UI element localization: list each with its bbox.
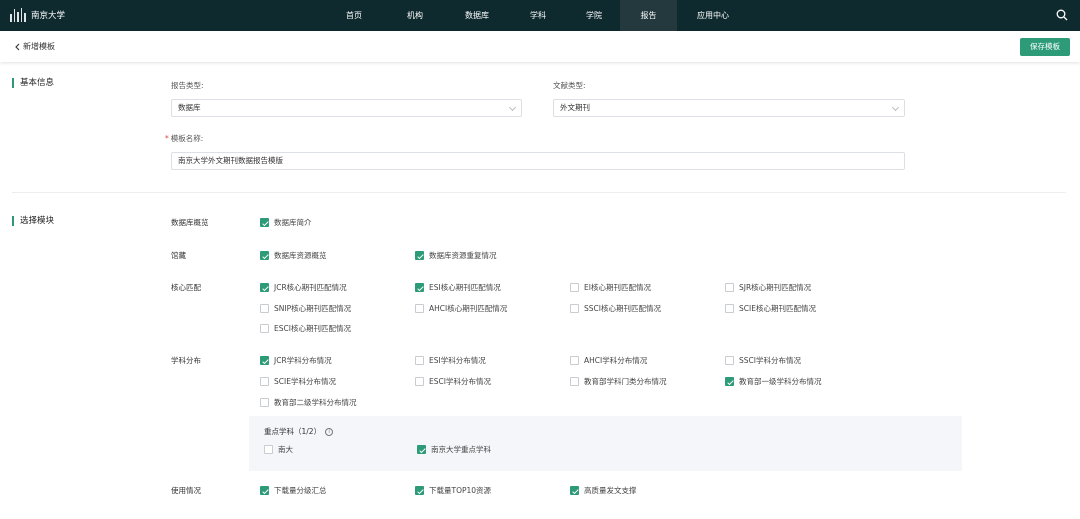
checkbox-unchecked-icon — [725, 356, 734, 365]
checkbox-ahci-subject[interactable]: AHCI学科分布情况 — [570, 355, 647, 366]
template-name-label: * 模板名称: — [165, 134, 204, 143]
nav-item-institution[interactable]: 机构 — [396, 0, 434, 31]
checkbox-unchecked-icon — [415, 356, 424, 365]
checkbox-unchecked-icon — [260, 324, 269, 333]
module-row-title: 馆藏 — [171, 251, 186, 260]
module-row-title: 核心匹配 — [171, 283, 201, 292]
report-type-label: 报告类型: — [171, 81, 204, 90]
checkbox-db-overview[interactable]: 数据库资源概览 — [260, 250, 327, 261]
checkbox-moe-category[interactable]: 教育部学科门类分布情况 — [570, 376, 667, 387]
checkbox-checked-icon — [260, 251, 269, 260]
page-header: 新增模板 保存模板 — [0, 31, 1080, 62]
checkbox-checked-icon — [260, 356, 269, 365]
search-icon[interactable] — [1056, 9, 1068, 21]
checkbox-unchecked-icon — [415, 304, 424, 313]
checkbox-moe-level1[interactable]: 教育部一级学科分布情况 — [725, 376, 822, 387]
checkbox-ssci-subject[interactable]: SSCI学科分布情况 — [725, 355, 801, 366]
report-type-select[interactable]: 数据库 — [171, 99, 522, 117]
checkbox-unchecked-icon — [264, 445, 273, 454]
template-name-input[interactable]: 南京大学外文期刊数据报告模版 — [171, 152, 905, 170]
checkbox-snip-core[interactable]: SNIP核心期刊匹配情况 — [260, 303, 351, 314]
checkbox-ahci-core[interactable]: AHCI核心期刊匹配情况 — [415, 303, 507, 314]
checkbox-unchecked-icon — [570, 356, 579, 365]
nav-item-app-center[interactable]: 应用中心 — [690, 0, 736, 31]
module-row-title: 使用情况 — [171, 486, 201, 495]
doc-type-label: 文献类型: — [553, 81, 586, 90]
nav-item-college[interactable]: 学院 — [575, 0, 613, 31]
chevron-down-icon — [891, 103, 900, 112]
checkbox-checked-icon — [260, 218, 269, 227]
section-title-basic-info: 基本信息 — [12, 78, 54, 88]
checkbox-unchecked-icon — [415, 377, 424, 386]
checkbox-unchecked-icon — [725, 304, 734, 313]
checkbox-key-subject-nju[interactable]: 南京大学重点学科 — [417, 444, 491, 455]
key-subjects-title: 重点学科（1/2） i — [264, 426, 334, 437]
checkbox-db-duplicate[interactable]: 数据库资源重复情况 — [415, 250, 497, 261]
top-navbar: 南京大学 首页 机构 数据库 学科 学院 报告 应用中心 — [0, 0, 1080, 31]
checkbox-checked-icon — [725, 377, 734, 386]
checkbox-unchecked-icon — [725, 283, 734, 292]
checkbox-download-top10[interactable]: 下载量TOP10资源 — [415, 485, 491, 496]
checkbox-db-intro[interactable]: 数据库简介 — [260, 217, 312, 228]
checkbox-key-subject-nanda[interactable]: 南大 — [264, 444, 293, 455]
nav-item-database[interactable]: 数据库 — [456, 0, 498, 31]
back-button[interactable]: 新增模板 — [14, 41, 55, 52]
checkbox-esci-subject[interactable]: ESCI学科分布情况 — [415, 376, 491, 387]
key-subjects-panel — [249, 416, 962, 471]
doc-type-select[interactable]: 外文期刊 — [553, 99, 905, 117]
doc-type-value: 外文期刊 — [560, 103, 590, 112]
university-logo[interactable]: 南京大学 — [10, 8, 65, 22]
checkbox-unchecked-icon — [260, 398, 269, 407]
checkbox-unchecked-icon — [260, 304, 269, 313]
checkbox-unchecked-icon — [570, 377, 579, 386]
checkbox-checked-icon — [415, 486, 424, 495]
checkbox-download-summary[interactable]: 下载量分级汇总 — [260, 485, 327, 496]
checkbox-checked-icon — [415, 283, 424, 292]
checkbox-jcr-subject[interactable]: JCR学科分布情况 — [260, 355, 332, 366]
checkbox-esi-core[interactable]: ESI核心期刊匹配情况 — [415, 282, 501, 293]
checkbox-unchecked-icon — [570, 283, 579, 292]
required-mark: * — [165, 134, 169, 143]
section-title-modules: 选择模块 — [12, 216, 54, 226]
page-title: 新增模板 — [23, 42, 55, 51]
section-divider — [12, 192, 1066, 193]
checkbox-high-quality[interactable]: 高质量发文支撑 — [570, 485, 637, 496]
checkbox-checked-icon — [415, 251, 424, 260]
checkbox-jcr-core[interactable]: JCR核心期刊匹配情况 — [260, 282, 347, 293]
info-icon[interactable]: i — [325, 427, 334, 436]
checkbox-scie-core[interactable]: SCIE核心期刊匹配情况 — [725, 303, 816, 314]
chevron-left-icon — [15, 43, 20, 50]
checkbox-esci-core[interactable]: ESCI核心期刊匹配情况 — [260, 323, 351, 334]
checkbox-scie-subject[interactable]: SCIE学科分布情况 — [260, 376, 336, 387]
report-type-value: 数据库 — [178, 103, 201, 112]
checkbox-moe-level2[interactable]: 教育部二级学科分布情况 — [260, 397, 357, 408]
checkbox-unchecked-icon — [260, 377, 269, 386]
chevron-down-icon — [508, 103, 517, 112]
save-template-button[interactable]: 保存模板 — [1020, 38, 1070, 56]
nav-item-report[interactable]: 报告 — [620, 0, 677, 31]
nav-item-subject[interactable]: 学科 — [519, 0, 557, 31]
logo-icon — [10, 8, 26, 22]
nav-item-home[interactable]: 首页 — [335, 0, 373, 31]
checkbox-checked-icon — [417, 445, 426, 454]
checkbox-unchecked-icon — [570, 304, 579, 313]
checkbox-ei-core[interactable]: EI核心期刊匹配情况 — [570, 282, 651, 293]
checkbox-checked-icon — [260, 283, 269, 292]
checkbox-esi-subject[interactable]: ESI学科分布情况 — [415, 355, 486, 366]
checkbox-ssci-core[interactable]: SSCI核心期刊匹配情况 — [570, 303, 661, 314]
checkbox-sjr-core[interactable]: SJR核心期刊匹配情况 — [725, 282, 811, 293]
checkbox-checked-icon — [570, 486, 579, 495]
logo-text: 南京大学 — [31, 11, 66, 21]
module-row-title: 数据库概览 — [171, 218, 209, 227]
checkbox-checked-icon — [260, 486, 269, 495]
module-row-title: 学科分布 — [171, 356, 201, 365]
